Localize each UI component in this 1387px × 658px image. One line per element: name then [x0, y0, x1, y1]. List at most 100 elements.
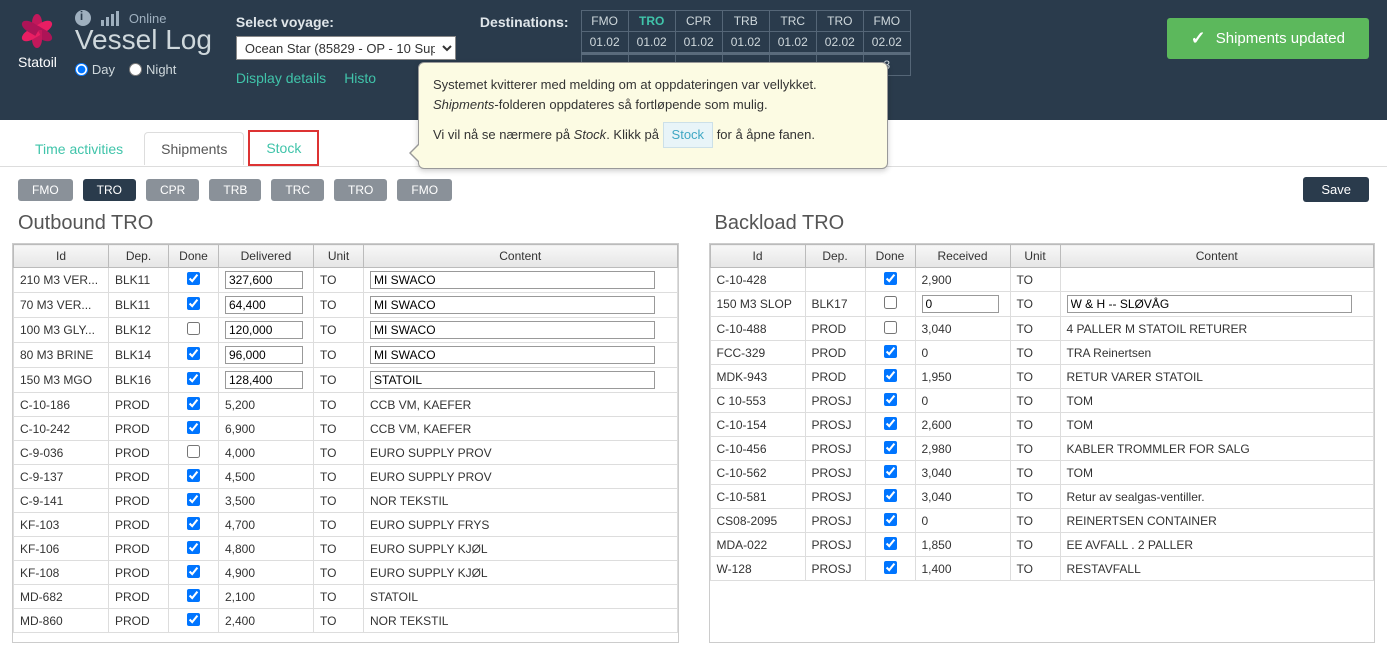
dest-cell[interactable]: CPR [675, 11, 722, 32]
delivered-input[interactable] [225, 371, 303, 389]
column-header[interactable]: Id [14, 245, 109, 268]
column-header[interactable]: Received [915, 245, 1010, 268]
done-checkbox[interactable] [884, 393, 897, 406]
stock-chip[interactable]: Stock [663, 122, 714, 148]
done-checkbox[interactable] [187, 322, 200, 335]
table-row: MD-682PROD2,100TOSTATOIL [14, 585, 678, 609]
column-header[interactable]: Content [364, 245, 678, 268]
done-checkbox[interactable] [884, 561, 897, 574]
dest-cell[interactable]: FMO [863, 11, 910, 32]
column-header[interactable]: Done [169, 245, 219, 268]
dest-cell[interactable]: FMO [581, 11, 628, 32]
table-row: MDA-022PROSJ1,850TOEE AVFALL . 2 PALLER [710, 533, 1374, 557]
dest-cell[interactable]: 02.02 [816, 32, 863, 54]
content-input[interactable] [1067, 295, 1352, 313]
dest-cell[interactable]: 01.02 [722, 32, 769, 54]
dest-cell[interactable]: 01.02 [769, 32, 816, 54]
cell-dep: BLK12 [109, 318, 169, 343]
content-input[interactable] [370, 321, 655, 339]
content-input[interactable] [370, 271, 655, 289]
display-details-link[interactable]: Display details [236, 70, 326, 86]
tab-shipments[interactable]: Shipments [144, 132, 244, 165]
column-header[interactable]: Content [1060, 245, 1374, 268]
delivered-input[interactable] [225, 321, 303, 339]
column-header[interactable]: Dep. [109, 245, 169, 268]
done-checkbox[interactable] [884, 417, 897, 430]
radio-night[interactable]: Night [129, 62, 176, 77]
cell-content: TRA Reinertsen [1060, 341, 1374, 365]
done-checkbox[interactable] [884, 345, 897, 358]
done-checkbox[interactable] [187, 469, 200, 482]
done-checkbox[interactable] [187, 541, 200, 554]
dest-cell[interactable]: 01.02 [675, 32, 722, 54]
column-header[interactable]: Unit [1010, 245, 1060, 268]
voyage-select[interactable]: Ocean Star (85829 - OP - 10 Supply) [236, 36, 456, 60]
cell-unit: TO [314, 465, 364, 489]
dest-pill-tro-1[interactable]: TRO [83, 179, 136, 201]
done-checkbox[interactable] [884, 489, 897, 502]
done-checkbox[interactable] [187, 297, 200, 310]
received-input[interactable] [922, 295, 1000, 313]
column-header[interactable]: Delivered [219, 245, 314, 268]
done-checkbox[interactable] [187, 397, 200, 410]
done-checkbox[interactable] [884, 296, 897, 309]
cell-dep: BLK14 [109, 343, 169, 368]
done-checkbox[interactable] [884, 537, 897, 550]
delivered-input[interactable] [225, 271, 303, 289]
done-checkbox[interactable] [884, 441, 897, 454]
cell-received: 1,850 [915, 533, 1010, 557]
column-header[interactable]: Done [865, 245, 915, 268]
dest-cell[interactable]: TRB [722, 11, 769, 32]
content-input[interactable] [370, 371, 655, 389]
info-icon[interactable] [75, 10, 91, 26]
history-link[interactable]: Histo [344, 70, 376, 86]
done-checkbox[interactable] [187, 493, 200, 506]
column-header[interactable]: Id [710, 245, 805, 268]
delivered-input[interactable] [225, 296, 303, 314]
content-input[interactable] [370, 296, 655, 314]
done-checkbox[interactable] [187, 421, 200, 434]
dest-pill-tro-5[interactable]: TRO [334, 179, 387, 201]
dest-pill-fmo-6[interactable]: FMO [397, 179, 452, 201]
delivered-input[interactable] [225, 346, 303, 364]
dest-cell[interactable]: TRC [769, 11, 816, 32]
done-checkbox[interactable] [884, 369, 897, 382]
column-header[interactable]: Dep. [805, 245, 865, 268]
dest-pill-cpr-2[interactable]: CPR [146, 179, 199, 201]
save-button[interactable]: Save [1303, 177, 1369, 202]
done-checkbox[interactable] [187, 517, 200, 530]
done-checkbox[interactable] [884, 272, 897, 285]
dest-cell[interactable]: 02.02 [863, 32, 910, 54]
dest-cell[interactable]: 01.02 [581, 32, 628, 54]
done-checkbox[interactable] [187, 347, 200, 360]
cell-delivered: 4,500 [219, 465, 314, 489]
radio-day[interactable]: Day [75, 62, 115, 77]
radio-day-input[interactable] [75, 63, 88, 76]
column-header[interactable]: Unit [314, 245, 364, 268]
done-checkbox[interactable] [187, 372, 200, 385]
done-checkbox[interactable] [187, 589, 200, 602]
tab-time-activities[interactable]: Time activities [18, 132, 140, 165]
done-checkbox[interactable] [187, 565, 200, 578]
cell-id: C-10-562 [710, 461, 805, 485]
dest-cell[interactable]: TRO [816, 11, 863, 32]
cell-dep: BLK17 [805, 292, 865, 317]
dest-pill-trc-4[interactable]: TRC [271, 179, 324, 201]
cell-unit: TO [1010, 485, 1060, 509]
radio-night-input[interactable] [129, 63, 142, 76]
tab-stock[interactable]: Stock [248, 130, 319, 166]
done-checkbox[interactable] [884, 513, 897, 526]
cell-dep: PROD [109, 513, 169, 537]
done-checkbox[interactable] [884, 465, 897, 478]
done-checkbox[interactable] [187, 613, 200, 626]
content-input[interactable] [370, 346, 655, 364]
done-checkbox[interactable] [884, 321, 897, 334]
cell-delivered: 4,900 [219, 561, 314, 585]
cell-dep: PROD [109, 609, 169, 633]
dest-pill-trb-3[interactable]: TRB [209, 179, 261, 201]
done-checkbox[interactable] [187, 272, 200, 285]
dest-pill-fmo-0[interactable]: FMO [18, 179, 73, 201]
done-checkbox[interactable] [187, 445, 200, 458]
dest-cell[interactable]: TRO [628, 11, 675, 32]
dest-cell[interactable]: 01.02 [628, 32, 675, 54]
